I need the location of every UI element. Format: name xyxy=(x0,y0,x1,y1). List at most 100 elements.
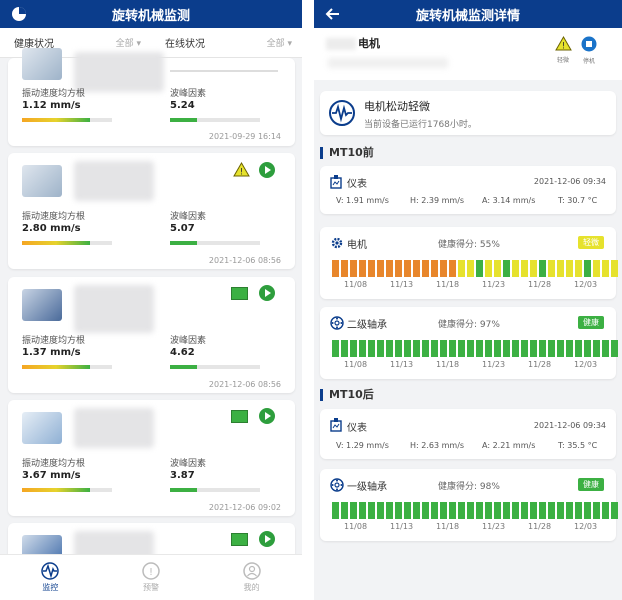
health-segment xyxy=(449,502,456,519)
health-segment xyxy=(359,340,366,357)
back-arrow-icon[interactable] xyxy=(324,5,342,23)
health-segment xyxy=(530,340,537,357)
play-icon[interactable] xyxy=(259,285,275,301)
health-segment xyxy=(386,260,393,277)
filter-online[interactable]: 在线状况 全部 ▾ xyxy=(151,35,302,50)
metric2-bar xyxy=(170,488,260,492)
play-icon[interactable] xyxy=(259,531,275,547)
bottom-tab-bar: 监控 ! 预警 我的 xyxy=(0,554,302,600)
left-title: 旋转机械监测 xyxy=(111,8,190,24)
metric2-label: 波峰因素 xyxy=(170,212,207,222)
health-segment xyxy=(539,260,546,277)
status-ok-icon xyxy=(231,287,248,300)
health-score: 健康得分: 98% xyxy=(438,482,500,492)
device-card[interactable]: ! 振动速度均方根 2.80 mm/s 波峰因素 5.07 2021-12-06… xyxy=(8,153,295,269)
metric2-bar xyxy=(170,241,260,245)
date-tick: 11/18 xyxy=(436,360,460,369)
meter-date: 2021-12-06 09:34 xyxy=(533,421,606,430)
device-card[interactable]: 振动速度均方根 3.67 mm/s 波峰因素 3.87 2021-12-06 0… xyxy=(8,400,295,516)
health-segment xyxy=(440,340,447,357)
date-tick: 11/23 xyxy=(482,522,506,531)
pie-chart-icon[interactable] xyxy=(10,5,28,23)
monitor-wave-icon xyxy=(40,562,60,582)
date-tick: 11/28 xyxy=(528,522,552,531)
date-tick: 12/03 xyxy=(574,280,598,289)
tab-monitor[interactable]: 监控 xyxy=(0,555,101,600)
top-stop[interactable]: 停机 xyxy=(578,36,600,65)
metric2-value: 5.07 xyxy=(170,223,195,234)
health-segment xyxy=(593,502,600,519)
health-segment xyxy=(359,260,366,277)
metric2-value: 3.87 xyxy=(170,470,195,481)
health-segment xyxy=(395,260,402,277)
health-segment xyxy=(494,340,501,357)
health-segment xyxy=(449,260,456,277)
top-warning[interactable]: ! 轻微 xyxy=(552,35,574,64)
health-segment xyxy=(602,340,609,357)
tab-me[interactable]: 我的 xyxy=(201,555,302,600)
meter-a: A: 3.14 mm/s xyxy=(482,196,536,205)
metric1-bar-fill xyxy=(22,488,90,492)
health-segment xyxy=(386,502,393,519)
meter-card[interactable]: 仪表 2021-12-06 09:34 V: 1.29 mm/s H: 2.63… xyxy=(320,409,616,459)
health-segment xyxy=(476,502,483,519)
device-name-blurred xyxy=(74,52,164,92)
wave-circle-icon xyxy=(328,99,356,131)
part-card-bearing1[interactable]: 一级轴承 健康得分: 98% 健康 11/08 11/13 11/18 11/2… xyxy=(320,469,618,541)
tab-alert[interactable]: ! 预警 xyxy=(101,555,202,600)
filter-online-value[interactable]: 全部 ▾ xyxy=(267,36,292,49)
health-segment xyxy=(404,502,411,519)
health-segment xyxy=(557,502,564,519)
device-id-blurred xyxy=(326,38,356,50)
device-card[interactable]: 振动速度均方根 1.12 mm/s 波峰因素 5.24 2021-09-29 1… xyxy=(8,48,295,146)
update-time: 2021-09-29 16:14 xyxy=(208,132,281,141)
status-badge: 健康 xyxy=(578,478,604,491)
health-segment xyxy=(476,260,483,277)
metric2-label: 波峰因素 xyxy=(170,89,207,99)
device-card[interactable]: 振动速度均方根 1.37 mm/s 波峰因素 4.62 2021-12-06 0… xyxy=(8,277,295,393)
metric1-bar xyxy=(22,488,112,492)
diagnosis-card[interactable]: 电机松动轻微 当前设备已运行1768小时。 xyxy=(320,91,616,135)
meter-card[interactable]: 仪表 2021-12-06 09:34 V: 1.91 mm/s H: 2.39… xyxy=(320,166,616,214)
health-segment xyxy=(485,502,492,519)
date-tick: 11/08 xyxy=(344,522,368,531)
health-segment xyxy=(602,502,609,519)
health-segment xyxy=(575,502,582,519)
meter-a: A: 2.21 mm/s xyxy=(482,441,536,450)
gear-icon xyxy=(330,235,344,254)
health-segment xyxy=(584,340,591,357)
play-icon[interactable] xyxy=(259,408,275,424)
health-segment xyxy=(575,340,582,357)
health-segment xyxy=(350,340,357,357)
health-segment xyxy=(458,340,465,357)
date-tick: 11/08 xyxy=(344,280,368,289)
metric2-value: 5.24 xyxy=(170,100,195,111)
meter-v: V: 1.29 mm/s xyxy=(336,441,389,450)
metric2-bar-fill xyxy=(170,241,197,245)
metric2-value: 4.62 xyxy=(170,347,195,358)
health-segment xyxy=(494,260,501,277)
meter-t: T: 35.5 °C xyxy=(558,441,598,450)
play-icon[interactable] xyxy=(259,162,275,178)
update-time: 2021-12-06 09:02 xyxy=(208,503,281,512)
part-name: 二级轴承 xyxy=(347,320,387,331)
health-segment xyxy=(368,260,375,277)
filter-health-value[interactable]: 全部 ▾ xyxy=(116,36,141,49)
health-segment xyxy=(593,260,600,277)
stop-label: 停机 xyxy=(582,58,595,65)
meter-date: 2021-12-06 09:34 xyxy=(533,177,606,186)
part-card-motor[interactable]: 电机 健康得分: 55% 轻微 11/08 11/13 11/18 11/23 … xyxy=(320,227,618,299)
health-segment xyxy=(422,502,429,519)
health-segment xyxy=(539,502,546,519)
left-app-bar: 旋转机械监测 xyxy=(0,0,302,28)
metric2-bar xyxy=(170,118,260,122)
health-segment xyxy=(431,502,438,519)
date-tick: 12/03 xyxy=(574,522,598,531)
meter-icon xyxy=(330,174,342,193)
svg-text:!: ! xyxy=(561,42,565,52)
health-segment xyxy=(485,340,492,357)
user-icon xyxy=(242,562,262,582)
part-card-bearing2[interactable]: 二级轴承 健康得分: 97% 健康 11/08 11/13 11/18 11/2… xyxy=(320,307,618,379)
health-segment xyxy=(593,340,600,357)
health-score: 健康得分: 97% xyxy=(438,320,500,330)
